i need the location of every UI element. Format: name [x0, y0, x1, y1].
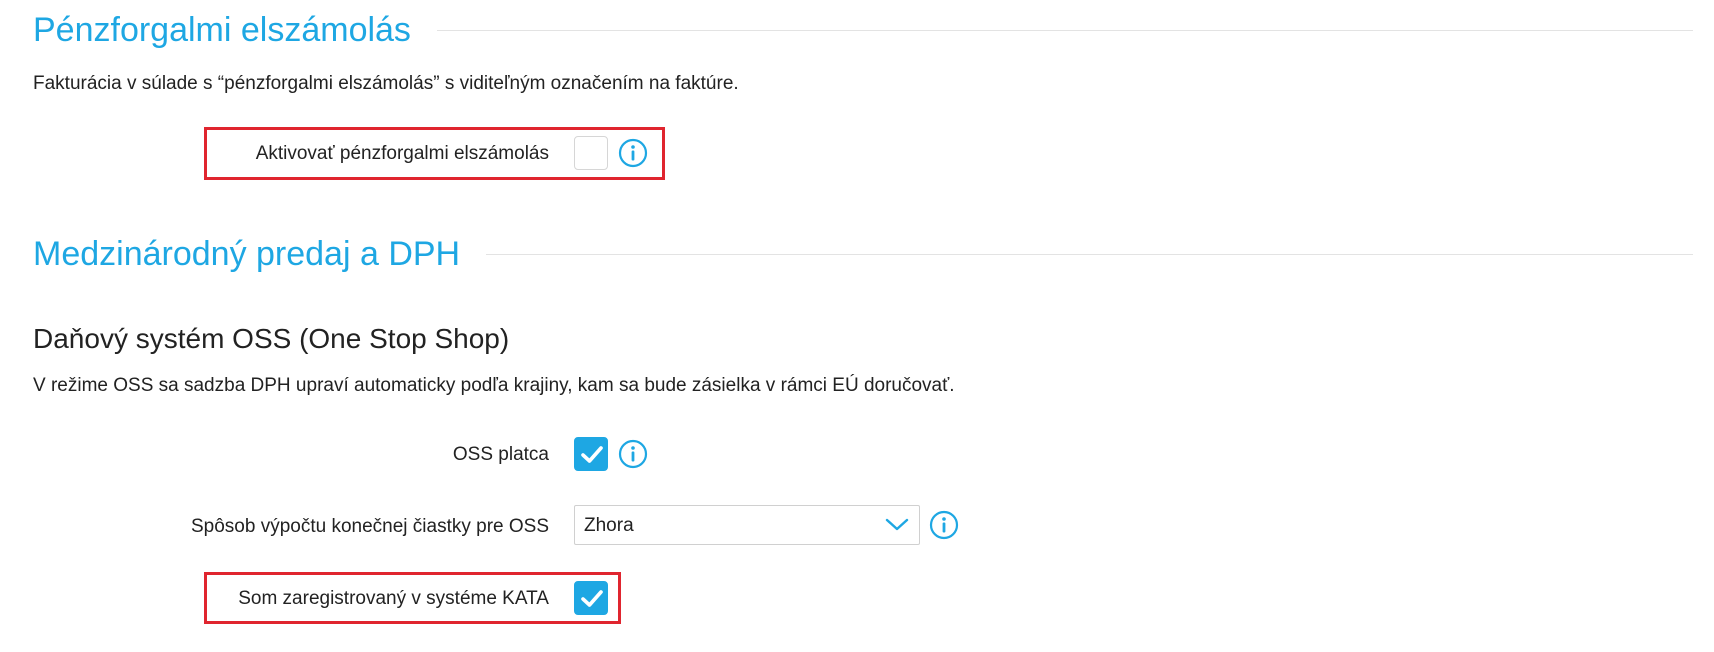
section-divider	[486, 253, 1693, 255]
section-divider	[436, 29, 1693, 31]
info-icon[interactable]	[929, 510, 959, 540]
activate-cashflow-checkbox[interactable]	[574, 136, 608, 170]
settings-page: Pénzforgalmi elszámolás Fakturácia v súl…	[0, 0, 1714, 652]
oss-description: V režime OSS sa sadzba DPH upraví automa…	[33, 375, 955, 396]
checkmark-icon	[581, 590, 603, 607]
section-title-cashflow: Pénzforgalmi elszámolás	[33, 8, 1693, 52]
chevron-down-icon	[885, 518, 909, 531]
info-icon[interactable]	[618, 439, 648, 469]
activate-cashflow-label: Aktivovať pénzforgalmi elszámolás	[255, 143, 549, 164]
calc-method-value: Zhora	[584, 515, 634, 536]
section-title-intl: Medzinárodný predaj a DPH	[33, 232, 1693, 276]
oss-payer-checkbox[interactable]	[574, 437, 608, 471]
kata-checkbox[interactable]	[574, 581, 608, 615]
calc-method-label: Spôsob výpočtu konečnej čiastky pre OSS	[190, 516, 549, 537]
section-title-intl-text: Medzinárodný predaj a DPH	[33, 234, 461, 273]
checkmark-icon	[581, 446, 603, 463]
kata-label: Som zaregistrovaný v systéme KATA	[238, 588, 549, 609]
info-icon[interactable]	[618, 138, 648, 168]
oss-subtitle: Daňový systém OSS (One Stop Shop)	[33, 323, 510, 354]
calc-method-select[interactable]: Zhora	[574, 505, 920, 545]
oss-payer-label: OSS platca	[452, 444, 549, 465]
section-title-cashflow-text: Pénzforgalmi elszámolás	[33, 10, 411, 49]
cashflow-description: Fakturácia v súlade s “pénzforgalmi elsz…	[33, 73, 739, 94]
